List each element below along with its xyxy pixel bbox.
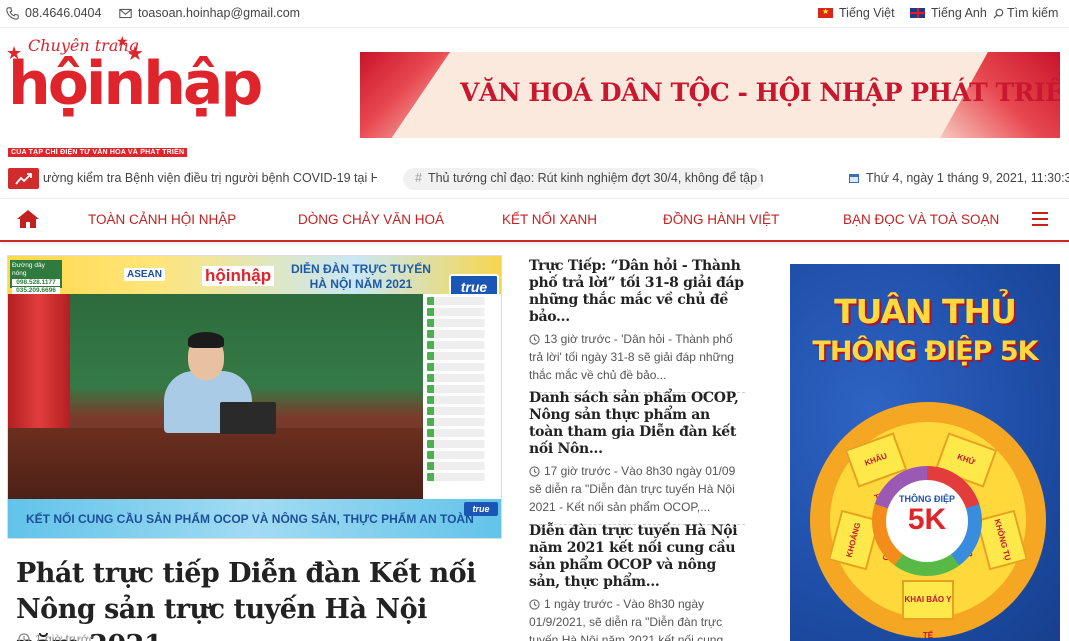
nav-item-ket-noi-xanh[interactable]: KẾT NỐI XANH xyxy=(502,212,597,227)
news-meta: 1 ngày trước - Vào 8h30 ngày 01/9/2021, … xyxy=(529,595,745,641)
sidebar-ad-5k[interactable]: TUÂN THỦ THÔNG ĐIỆP 5K KHẨU TRANG KHỬ KH… xyxy=(790,264,1060,641)
site-logo[interactable]: ★ ★ ★ Chuyên trang hộinhập CỦA TẠP CHÍ Đ… xyxy=(6,34,263,160)
main-nav: TOÀN CẢNH HỘI NHẬP DÒNG CHẢY VĂN HOÁ KẾT… xyxy=(0,198,1069,242)
trending-icon xyxy=(8,168,39,189)
email-address: toasoan.hoinhap@gmail.com xyxy=(138,6,301,20)
nav-item-dong-hanh[interactable]: ĐỒNG HÀNH VIỆT xyxy=(663,212,779,227)
banner-decoration xyxy=(360,52,450,138)
clock-icon xyxy=(529,334,540,345)
image-caption: KẾT NỐI CUNG CẦU SẢN PHẨM OCOP VÀ NÔNG S… xyxy=(8,499,501,538)
date-text: Thứ 4, ngày 1 tháng 9, 2021, 11:30:33 xyxy=(866,171,1069,185)
hash-icon: # xyxy=(415,171,422,185)
logo-name: hộinhập xyxy=(8,49,263,119)
ad-petal: KHAI BÁO Y TẾ xyxy=(902,580,954,640)
phone-number: 08.4646.0404 xyxy=(25,6,102,20)
lang-en-label: Tiếng Anh xyxy=(931,6,987,20)
search-label: Tìm kiếm xyxy=(1007,6,1059,20)
search-button[interactable]: Tìm kiếm xyxy=(993,6,1058,20)
nav-item-toan-canh[interactable]: TOÀN CẢNH HỘI NHẬP xyxy=(88,212,236,227)
forum-line-1: DIỄN ĐÀN TRỰC TUYẾN xyxy=(291,262,431,276)
ad-headline-2: THÔNG ĐIỆP 5K xyxy=(812,336,1038,367)
news-time: 17 giờ trước xyxy=(544,464,611,478)
news-meta: 17 giờ trước - Vào 8h30 ngày 01/09 sẽ di… xyxy=(529,464,736,514)
forum-line-2: HÀ NỘI NĂM 2021 xyxy=(309,277,413,291)
ad-core-5k: 5K xyxy=(907,503,947,536)
ticker-item[interactable]: ường kiểm tra Bệnh viện điều trị người b… xyxy=(43,171,377,185)
ticker-item-label: Thủ tướng chỉ đạo: Rút kinh nghiệm đợt 3… xyxy=(427,171,763,185)
news-item[interactable]: Trực Tiếp: “Dân hỏi - Thành phố trả lời”… xyxy=(529,258,745,393)
news-item[interactable]: Diễn đàn trực tuyến Hà Nội năm 2021 kết … xyxy=(529,523,745,641)
logo-tagline: CỦA TẠP CHÍ ĐIỆN TỬ VĂN HÓA VÀ PHÁT TRIỂ… xyxy=(8,148,188,157)
photo-desk xyxy=(8,428,423,500)
vietnam-flag-icon xyxy=(818,7,833,18)
lang-vi-label: Tiếng Việt xyxy=(839,6,895,20)
header-banner[interactable]: VĂN HOÁ DÂN TỘC - HỘI NHẬP PHÁT TRIỂN xyxy=(360,52,1060,138)
contact-email[interactable]: toasoan.hoinhap@gmail.com xyxy=(119,6,300,20)
nav-item-dong-chay[interactable]: DÒNG CHẢY VĂN HOÁ xyxy=(298,212,444,227)
phone-icon xyxy=(6,6,19,20)
top-bar: 08.4646.0404 toasoan.hoinhap@gmail.com T… xyxy=(0,0,1069,28)
ad-core: THÔNG ĐIỆP 5K xyxy=(886,480,968,562)
home-icon[interactable] xyxy=(16,209,40,234)
hero-headline[interactable]: Phát trực tiếp Diễn đàn Kết nối Nông sản… xyxy=(16,556,496,641)
news-item[interactable]: Danh sách sản phẩm OCOP, Nông sản thực p… xyxy=(529,390,745,525)
contact-phone[interactable]: 08.4646.0404 xyxy=(6,6,101,20)
image-forum-title: DIỄN ĐÀN TRỰC TUYẾN HÀ NỘI NĂM 2021 xyxy=(276,262,446,292)
hamburger-menu-icon[interactable] xyxy=(1032,212,1048,230)
hero-time: 1 giờ trước xyxy=(35,632,95,641)
hero-meta: 1 giờ trước xyxy=(18,632,95,641)
hotline-1: 098.528.1177 xyxy=(12,278,60,287)
news-time: 13 giờ trước xyxy=(544,332,611,346)
news-meta: 13 giờ trước - 'Dân hỏi - Thành phố trả … xyxy=(529,332,734,382)
news-title[interactable]: Trực Tiếp: “Dân hỏi - Thành phố trả lời”… xyxy=(529,258,745,326)
clock-icon xyxy=(529,466,540,477)
news-title[interactable]: Danh sách sản phẩm OCOP, Nông sản thực p… xyxy=(529,390,745,458)
photo-person-hair xyxy=(188,332,224,348)
mail-icon xyxy=(119,8,132,18)
hotline-box: Đường dây nóng 098.528.1177 035.209.6696 xyxy=(10,260,62,296)
photo-laptop xyxy=(220,402,276,434)
hero-image[interactable]: Đường dây nóng 098.528.1177 035.209.6696… xyxy=(7,255,502,539)
news-title[interactable]: Diễn đàn trực tuyến Hà Nội năm 2021 kết … xyxy=(529,523,745,591)
ad-headline-1: TUÂN THỦ xyxy=(834,292,1017,331)
true-logo-small: true xyxy=(464,502,498,516)
lang-vietnamese[interactable]: Tiếng Việt xyxy=(818,6,895,20)
nav-item-ban-doc[interactable]: BẠN ĐỌC VÀ TOÀ SOẠN xyxy=(843,212,999,227)
uk-flag-icon xyxy=(910,8,925,18)
calendar-icon xyxy=(849,174,859,183)
banner-slogan: VĂN HOÁ DÂN TỘC - HỘI NHẬP PHÁT TRIỂN xyxy=(460,78,1060,107)
clock-icon xyxy=(529,599,540,610)
asean-logo: ASEAN xyxy=(124,268,166,281)
news-time: 1 ngày trước xyxy=(544,597,613,611)
image-brand: hộinhập xyxy=(202,266,275,286)
search-icon xyxy=(993,8,1004,19)
video-participant-panel xyxy=(423,294,501,499)
ticker-item[interactable]: # Thủ tướng chỉ đạo: Rút kinh nghiệm đợt … xyxy=(403,168,763,190)
current-date: Thứ 4, ngày 1 tháng 9, 2021, 11:30:33 xyxy=(848,171,1069,185)
clock-icon xyxy=(18,633,30,641)
hotline-label: Đường dây nóng xyxy=(12,262,45,277)
lang-english[interactable]: Tiếng Anh xyxy=(910,6,987,20)
